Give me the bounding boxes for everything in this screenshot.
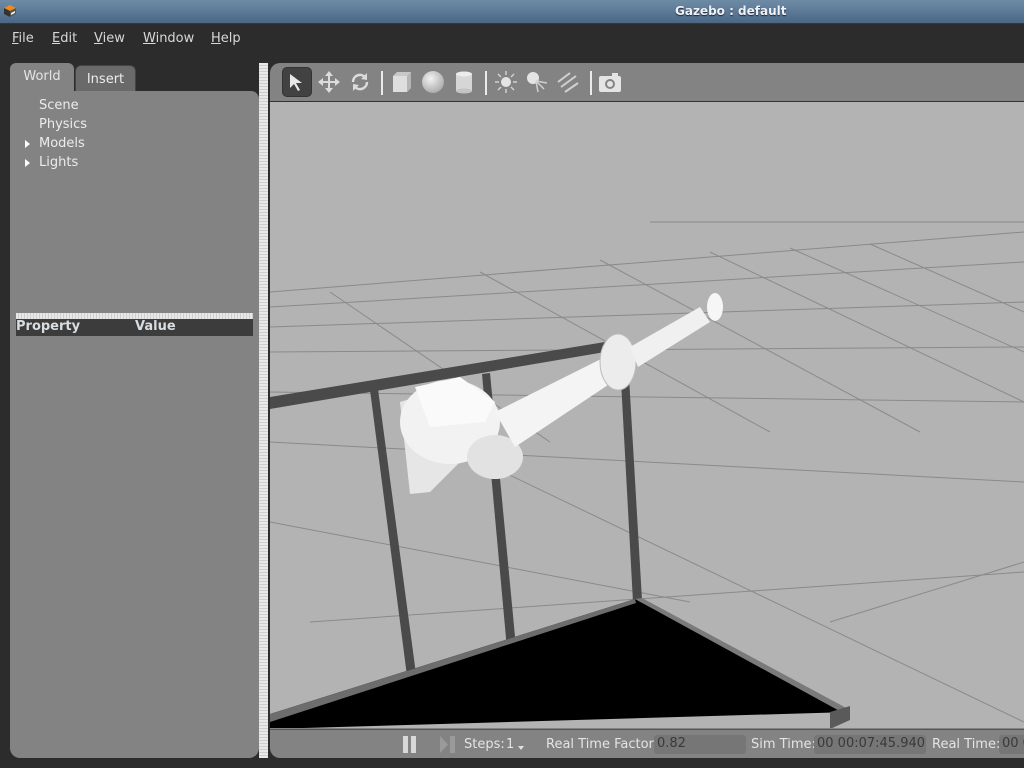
- menu-help-mnemonic: H: [211, 31, 221, 46]
- simulation-statusbar: Steps: 1 Real Time Factor: 0.82 Sim Time…: [270, 729, 1024, 758]
- sphere-shape-button[interactable]: [418, 67, 448, 97]
- toolbar-separator: [590, 71, 592, 95]
- tab-world[interactable]: World: [10, 63, 74, 93]
- tree-item-models[interactable]: Models: [39, 136, 85, 151]
- select-mode-button[interactable]: [282, 67, 312, 97]
- tree-item-scene[interactable]: Scene: [39, 98, 79, 113]
- menu-file[interactable]: File: [12, 31, 34, 46]
- spot-light-icon: [527, 72, 548, 93]
- menu-view-mnemonic: V: [94, 31, 103, 46]
- world-panel: [10, 91, 259, 758]
- sim-time-field: 00 00:07:45.940: [814, 735, 926, 754]
- translate-mode-button[interactable]: [314, 67, 344, 97]
- screenshot-button[interactable]: [595, 67, 625, 97]
- menu-view[interactable]: View: [94, 31, 125, 46]
- steps-dropdown-icon[interactable]: [518, 746, 524, 750]
- rtf-label: Real Time Factor:: [546, 737, 659, 752]
- toolbar: [270, 63, 1024, 101]
- tree-item-physics[interactable]: Physics: [39, 117, 87, 132]
- steps-value[interactable]: 1: [506, 737, 514, 752]
- directional-light-icon: [557, 72, 579, 93]
- column-value[interactable]: Value: [135, 319, 176, 334]
- 3d-viewport[interactable]: [270, 101, 1024, 728]
- directional-light-button[interactable]: [553, 67, 583, 97]
- expand-models-icon[interactable]: [25, 140, 30, 148]
- cube-icon: [393, 72, 411, 92]
- tree-item-lights[interactable]: Lights: [39, 155, 78, 170]
- menu-edit-label: dit: [60, 31, 78, 46]
- scene-render: [270, 221, 1024, 728]
- real-time-field: 00 00:09:26.125: [999, 735, 1024, 754]
- point-light-button[interactable]: [491, 67, 521, 97]
- window-title: Gazebo : default: [675, 4, 787, 18]
- main-splitter-handle[interactable]: [259, 63, 268, 758]
- property-table-header: Property Value: [16, 319, 253, 336]
- box-shape-button[interactable]: [387, 67, 417, 97]
- step-forward-icon[interactable]: [440, 736, 456, 753]
- menu-window[interactable]: Window: [143, 31, 194, 46]
- rtf-field: 0.82: [654, 735, 746, 754]
- sim-time-label: Sim Time:: [751, 737, 816, 752]
- tab-insert-label: Insert: [86, 72, 125, 87]
- menu-window-label: indow: [155, 31, 195, 46]
- tab-insert[interactable]: Insert: [75, 65, 136, 93]
- pause-icon[interactable]: [402, 736, 418, 753]
- camera-icon: [599, 73, 621, 92]
- point-light-icon: [495, 71, 517, 93]
- cylinder-shape-button[interactable]: [449, 67, 479, 97]
- real-time-label: Real Time:: [932, 737, 1001, 752]
- gazebo-logo-icon: [4, 5, 16, 17]
- menu-view-label: iew: [102, 31, 125, 46]
- toolbar-separator: [485, 71, 487, 95]
- menu-help-label: elp: [220, 31, 241, 46]
- expand-lights-icon[interactable]: [25, 159, 30, 167]
- menu-edit-mnemonic: E: [52, 31, 61, 46]
- sphere-icon: [422, 71, 444, 93]
- window-titlebar: Gazebo : default: [0, 0, 1024, 24]
- menu-help[interactable]: Help: [211, 31, 241, 46]
- steps-label: Steps:: [464, 737, 505, 752]
- cylinder-icon: [456, 71, 472, 94]
- arrow-cursor-icon: [290, 74, 302, 91]
- move-arrows-icon: [318, 71, 340, 93]
- menu-bar: File Edit View Window Help: [0, 25, 1024, 52]
- toolbar-separator: [381, 71, 383, 95]
- menu-file-label: ile: [18, 31, 34, 46]
- rotate-icon: [351, 73, 369, 91]
- tab-world-label: World: [23, 69, 61, 84]
- menu-edit[interactable]: Edit: [52, 31, 77, 46]
- menu-window-mnemonic: W: [143, 31, 156, 46]
- spot-light-button[interactable]: [522, 67, 552, 97]
- column-property[interactable]: Property: [16, 319, 80, 334]
- rotate-mode-button[interactable]: [345, 67, 375, 97]
